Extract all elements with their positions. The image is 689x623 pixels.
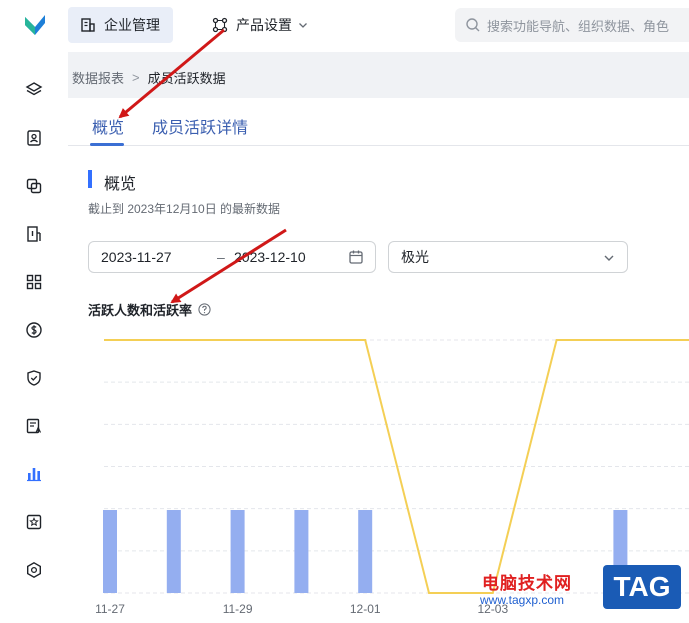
- main-panel: 概览 成员活跃详情 概览 截止到 2023年12月10日 的最新数据 2023-…: [68, 98, 689, 623]
- nav-product-settings[interactable]: 产品设置: [200, 7, 320, 43]
- breadcrumb-root[interactable]: 数据报表: [72, 68, 124, 87]
- sidebar-item-reports[interactable]: [22, 462, 46, 486]
- sidebar-item-forms[interactable]: [22, 414, 46, 438]
- date-separator: –: [217, 249, 225, 265]
- top-bar: 企业管理 产品设置 搜索功能导航、组织数据、角色: [0, 0, 689, 52]
- sidebar-item-copy[interactable]: [22, 174, 46, 198]
- section-title: 概览: [104, 176, 137, 193]
- building-icon: [80, 17, 96, 33]
- tab-overview[interactable]: 概览: [92, 114, 124, 138]
- bar-11-30[interactable]: [294, 510, 309, 593]
- contacts-icon: [27, 130, 41, 146]
- active-tab-indicator: [90, 143, 124, 146]
- bar-11-29[interactable]: [230, 510, 245, 593]
- sidebar-item-layers[interactable]: [22, 78, 46, 102]
- product-nodes-icon: [212, 17, 228, 33]
- breadcrumb-current: 成员活跃数据: [147, 71, 226, 86]
- app-select[interactable]: 极光: [388, 241, 628, 273]
- sidebar-item-settings[interactable]: [22, 558, 46, 582]
- calendar-icon[interactable]: [348, 249, 364, 265]
- x-tick-label: 11-27: [95, 602, 125, 616]
- sidebar-item-favorites[interactable]: [22, 510, 46, 534]
- nav-enterprise-management[interactable]: 企业管理: [68, 7, 173, 43]
- date-range-picker[interactable]: 2023-11-27 – 2023-12-10: [88, 241, 376, 273]
- building-icon: [27, 226, 41, 242]
- apps-grid-icon: [26, 274, 42, 290]
- shield-icon: [27, 370, 41, 386]
- section-subtitle: 截止到 2023年12月10日 的最新数据: [88, 202, 281, 216]
- watermark-badge: TAG: [603, 565, 681, 609]
- search-icon: [465, 17, 481, 33]
- nav-enterprise-label: 企业管理: [104, 17, 160, 33]
- settings-hex-icon: [27, 561, 41, 579]
- sidebar-item-security[interactable]: [22, 366, 46, 390]
- breadcrumb-separator: >: [132, 70, 140, 85]
- form-icon: [26, 418, 41, 434]
- activity-chart: 11-27 11-29 12-01 12-03: [68, 320, 689, 616]
- nav-product-label: 产品设置: [236, 17, 292, 33]
- watermark-url: www.tagxp.com: [480, 593, 565, 607]
- app-logo-icon[interactable]: [22, 11, 48, 37]
- chevron-down-icon: [298, 20, 308, 30]
- tab-bar: 概览 成员活跃详情: [68, 98, 689, 146]
- layers-icon: [25, 82, 43, 96]
- chart-title: 活跃人数和活跃率: [88, 300, 211, 319]
- app-select-value: 极光: [401, 249, 429, 265]
- date-end[interactable]: 2023-12-10: [234, 249, 306, 265]
- sidebar-item-building[interactable]: [22, 222, 46, 246]
- star-box-icon: [26, 514, 42, 530]
- date-start[interactable]: 2023-11-27: [101, 249, 172, 265]
- help-icon[interactable]: [198, 303, 211, 316]
- breadcrumb: 数据报表 > 成员活跃数据: [72, 68, 226, 87]
- section-accent-bar: [88, 170, 92, 188]
- copy-icon: [26, 178, 42, 194]
- dollar-icon: [26, 322, 42, 338]
- sidebar-item-billing[interactable]: [22, 318, 46, 342]
- bar-11-28[interactable]: [166, 510, 181, 593]
- watermark-text: 电脑技术网: [482, 574, 572, 593]
- bar-11-27[interactable]: [103, 510, 117, 593]
- bar-chart-icon: [27, 468, 41, 482]
- tab-member-activity-detail[interactable]: 成员活跃详情: [152, 114, 248, 138]
- chevron-down-icon: [603, 252, 615, 264]
- x-tick-label: 12-01: [350, 602, 381, 616]
- chart-title-text: 活跃人数和活跃率: [88, 303, 193, 318]
- search-placeholder: 搜索功能导航、组织数据、角色: [487, 18, 670, 34]
- search-input[interactable]: 搜索功能导航、组织数据、角色: [455, 8, 689, 42]
- bar-12-01[interactable]: [358, 510, 373, 593]
- sidebar: [0, 52, 68, 623]
- sidebar-item-contacts[interactable]: [22, 126, 46, 150]
- sidebar-item-apps[interactable]: [22, 270, 46, 294]
- x-tick-label: 11-29: [223, 602, 253, 616]
